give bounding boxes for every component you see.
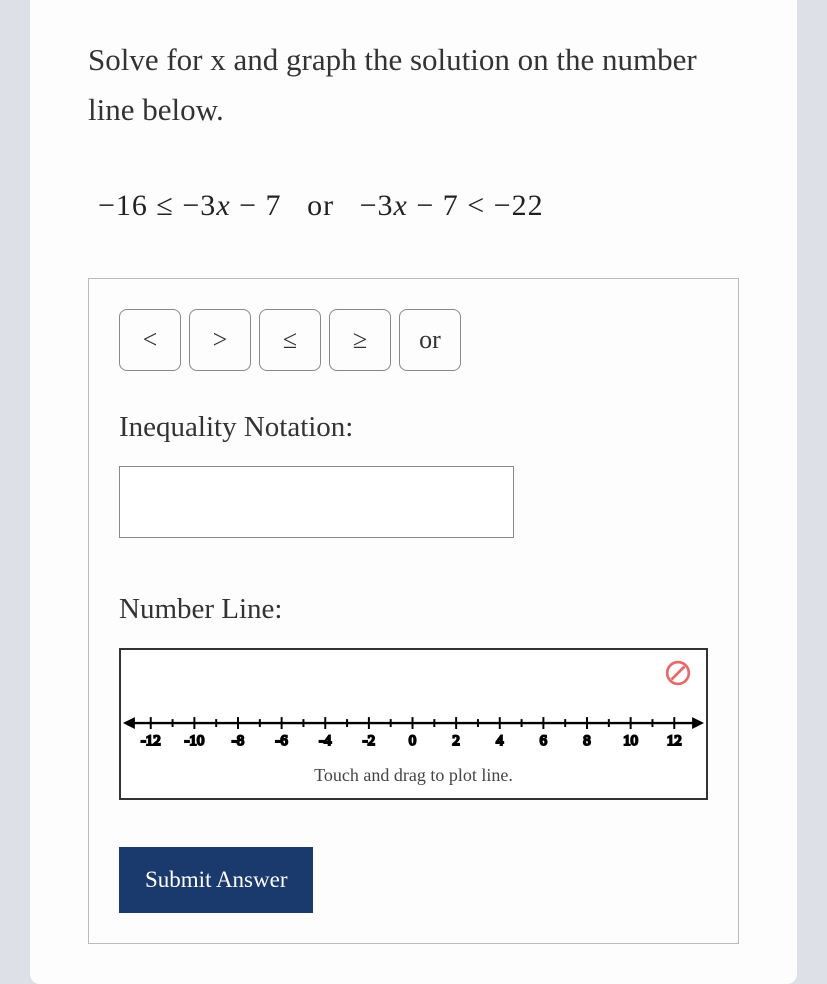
greater-than-button[interactable]: > [189, 309, 251, 371]
greater-equal-button[interactable]: ≥ [329, 309, 391, 371]
svg-text:-6: -6 [275, 733, 287, 749]
number-line-label: Number Line: [119, 593, 708, 626]
inequality-notation-label: Inequality Notation: [119, 411, 708, 444]
svg-text:4: 4 [496, 733, 504, 749]
symbol-button-row: < > ≤ ≥ or [119, 309, 708, 371]
eq-part1b: − 7 [231, 189, 282, 222]
svg-text:0: 0 [409, 733, 416, 749]
number-line-hint: Touch and drag to plot line. [121, 765, 706, 786]
problem-card: Solve for x and graph the solution on th… [30, 0, 797, 984]
question-text: Solve for x and graph the solution on th… [88, 35, 739, 134]
svg-text:10: 10 [623, 733, 638, 749]
less-equal-button[interactable]: ≤ [259, 309, 321, 371]
number-line-plot[interactable]: -12 -10 -8 -6 -4 -2 0 2 4 [119, 648, 708, 800]
svg-text:6: 6 [540, 733, 547, 749]
question-prefix: Solve for [88, 42, 210, 77]
eq-var2: x [393, 189, 407, 222]
less-than-button[interactable]: < [119, 309, 181, 371]
svg-text:12: 12 [667, 733, 682, 749]
svg-text:-4: -4 [319, 733, 332, 749]
inequality-equation: −16 ≤ −3x − 7 or −3x − 7 < −22 [98, 189, 739, 223]
number-line-axis: -12 -10 -8 -6 -4 -2 0 2 4 [121, 705, 706, 755]
submit-answer-button[interactable]: Submit Answer [119, 847, 313, 913]
or-button[interactable]: or [399, 309, 461, 371]
question-variable: x [210, 42, 226, 77]
eq-part2b: − 7 < −22 [408, 189, 544, 222]
svg-text:2: 2 [452, 733, 459, 749]
eq-or: or [307, 189, 334, 222]
inequality-notation-input[interactable] [119, 466, 514, 538]
svg-text:8: 8 [583, 733, 590, 749]
eq-part1a: −16 ≤ −3 [98, 189, 216, 222]
svg-text:-8: -8 [232, 733, 244, 749]
svg-text:-2: -2 [363, 733, 375, 749]
svg-text:-12: -12 [141, 733, 161, 749]
clear-icon[interactable] [665, 660, 691, 686]
answer-panel: < > ≤ ≥ or Inequality Notation: Number L… [88, 278, 739, 944]
eq-var1: x [216, 189, 230, 222]
eq-part2a: −3 [360, 189, 394, 222]
svg-text:-10: -10 [184, 733, 204, 749]
